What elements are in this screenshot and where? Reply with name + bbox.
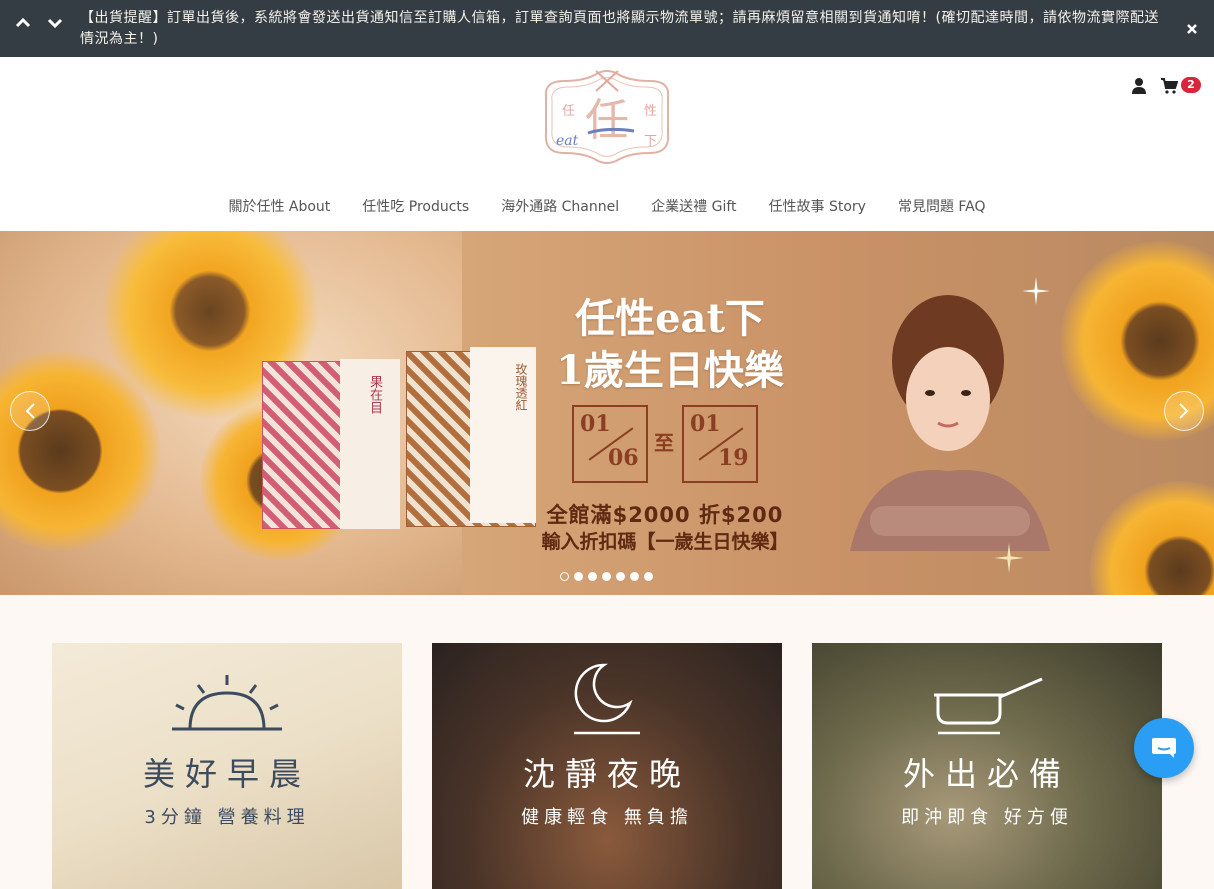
date-to-day: 19 — [718, 445, 749, 471]
nav-item-products[interactable]: 任性吃 Products — [362, 196, 469, 216]
svg-text:性: 性 — [644, 104, 657, 119]
cart-count-badge: 2 — [1181, 77, 1201, 93]
nav-item-story[interactable]: 任性故事 Story — [769, 196, 866, 216]
svg-text:任: 任 — [562, 104, 575, 119]
svg-text:任: 任 — [585, 95, 629, 146]
category-card-outdoor[interactable]: 外出必備 即沖即食 好方便 — [812, 643, 1162, 889]
nav-item-about[interactable]: 關於任性 About — [228, 196, 330, 216]
nav-item-channel[interactable]: 海外通路 Channel — [501, 196, 619, 216]
sparkle-icon — [994, 543, 1024, 573]
cart-icon — [1161, 78, 1178, 94]
model-photo — [830, 291, 1060, 551]
carousel-dot[interactable] — [588, 572, 597, 581]
carousel-dot[interactable] — [560, 572, 569, 581]
user-icon[interactable] — [1131, 77, 1147, 95]
moon-icon — [574, 663, 640, 735]
carousel-prev-button[interactable] — [10, 391, 50, 431]
close-icon[interactable] — [1182, 19, 1202, 39]
chevron-down-icon[interactable] — [46, 14, 64, 32]
announcement-text: 【出貨提醒】訂單出貨後，系統將會發送出貨通知信至訂購人信箱，訂單查詢頁面也將顯示… — [80, 10, 1159, 47]
card-title: 美好早晨 — [142, 755, 311, 793]
promo-line-1: 全館滿$2000 折$200 — [546, 503, 784, 527]
carousel-dots — [560, 572, 653, 581]
chat-button[interactable] — [1134, 718, 1194, 778]
carousel-dot[interactable] — [602, 572, 611, 581]
date-to-label: 至 — [654, 431, 674, 455]
carousel-dot[interactable] — [616, 572, 625, 581]
date-to-month: 01 — [690, 411, 721, 437]
hero-carousel: 果在目 玫瑰透紅 任性eat下 1歲生日快樂 01 06 至 01 19 全館滿… — [0, 231, 1214, 595]
brand-logo[interactable]: 任 任 性 eat 下 — [534, 67, 680, 167]
svg-text:eat: eat — [556, 133, 579, 149]
pot-icon — [934, 677, 1043, 735]
hero-title: 任性eat下 1歲生日快樂 — [520, 293, 820, 397]
card-subtitle: 3分鐘 營養料理 — [144, 807, 310, 828]
carousel-dot[interactable] — [574, 572, 583, 581]
category-card-morning[interactable]: 美好早晨 3分鐘 營養料理 — [52, 643, 402, 889]
announcement-arrows — [14, 14, 64, 32]
chat-icon — [1152, 738, 1176, 758]
chevron-up-icon[interactable] — [14, 14, 32, 32]
date-from-month: 01 — [580, 411, 611, 437]
date-from-day: 06 — [608, 445, 639, 471]
card-subtitle: 即沖即食 好方便 — [901, 807, 1073, 828]
nav-item-faq[interactable]: 常見問題 FAQ — [898, 196, 986, 216]
cart-button[interactable]: 2 — [1160, 75, 1204, 97]
carousel-dot[interactable] — [644, 572, 653, 581]
card-subtitle: 健康輕食 無負擔 — [521, 807, 693, 828]
card-title: 外出必備 — [902, 755, 1071, 793]
main-nav: 關於任性 About 任性吃 Products 海外通路 Channel 企業送… — [0, 196, 1214, 216]
hero-title-line1: 任性eat下 — [575, 295, 765, 342]
chevron-right-icon — [1179, 403, 1189, 419]
hero-title-line2: 1歲生日快樂 — [556, 347, 784, 394]
sunrise-icon — [172, 675, 282, 731]
carousel-next-button[interactable] — [1164, 391, 1204, 431]
chevron-left-icon — [25, 403, 35, 419]
announcement-bar: 【出貨提醒】訂單出貨後，系統將會發送出貨通知信至訂購人信箱，訂單查詢頁面也將顯示… — [0, 0, 1214, 57]
category-card-evening[interactable]: 沈靜夜晚 健康輕食 無負擔 — [432, 643, 782, 889]
card-title: 沈靜夜晚 — [522, 755, 691, 793]
svg-text:下: 下 — [644, 134, 657, 149]
nav-item-gift[interactable]: 企業送禮 Gift — [651, 196, 736, 216]
carousel-dot[interactable] — [630, 572, 639, 581]
site-header: 任 任 性 eat 下 2 關於任性 About 任性吃 Products 海外… — [0, 57, 1214, 231]
sunflower-image — [1090, 481, 1214, 595]
promo-line-2: 輸入折扣碼【一歲生日快樂】 — [541, 531, 789, 553]
product-box-label: 果在目 — [367, 375, 382, 414]
sparkle-icon — [1022, 277, 1050, 305]
